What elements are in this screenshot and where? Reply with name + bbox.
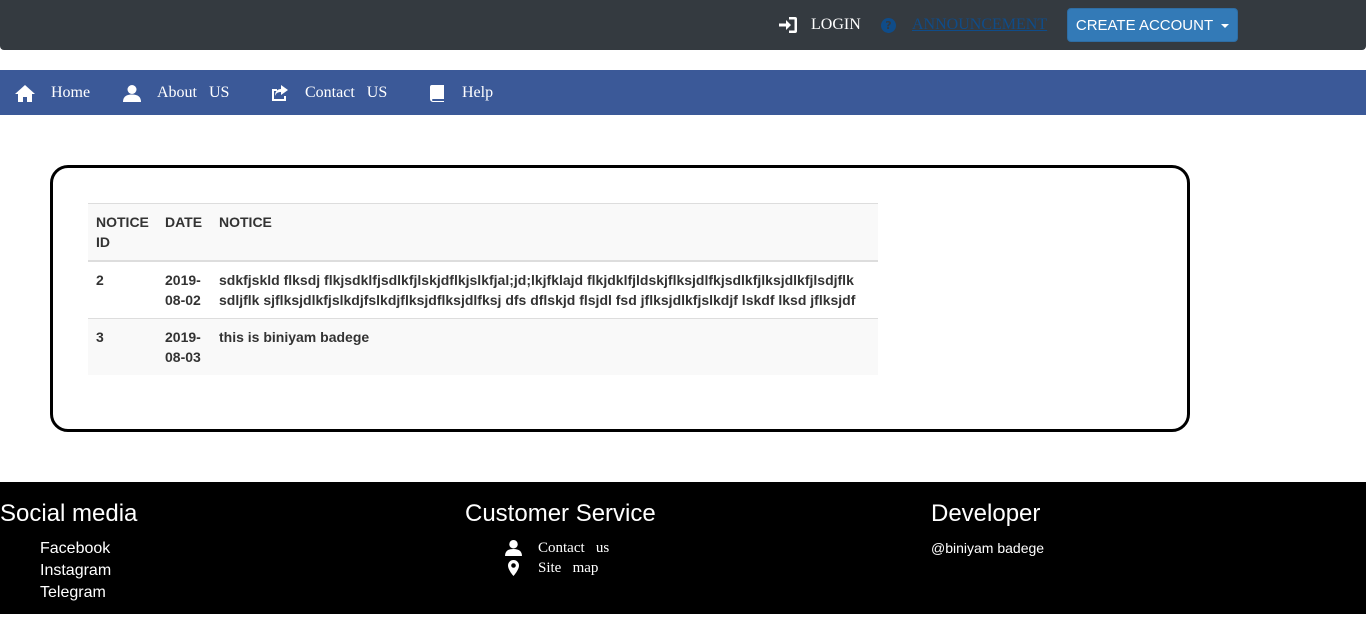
footer-link-instagram[interactable]: Instagram: [40, 560, 137, 582]
footer-developer-title: Developer: [931, 500, 1041, 527]
footer-social-section: Social media Facebook Instagram Telegram: [0, 500, 137, 604]
login-label: LOGIN: [811, 16, 861, 33]
notice-text-cell: sdkfjskld flksdj flkjsdklfjsdlkfjlskjdfl…: [211, 260, 878, 319]
footer-link-facebook[interactable]: Facebook: [40, 538, 137, 560]
column-header-notice-id: NOTICE ID: [88, 203, 157, 262]
footer: Social media Facebook Instagram Telegram…: [0, 482, 1366, 614]
user-icon: [505, 540, 522, 556]
notice-id-cell: 3: [88, 318, 157, 375]
book-icon: [430, 84, 444, 102]
announcement-link[interactable]: ? ANNOUNCEMENT: [881, 16, 1047, 34]
footer-link-contact-us[interactable]: Contact us: [505, 538, 656, 558]
create-account-button[interactable]: CREATE ACCOUNT: [1067, 8, 1238, 42]
login-icon: [779, 17, 797, 33]
user-icon: [123, 84, 141, 102]
nav-item-home[interactable]: Home: [15, 84, 90, 102]
question-circle-icon: ?: [881, 17, 896, 33]
login-link[interactable]: LOGIN: [779, 16, 861, 34]
notice-date-cell: 2019-08-02: [157, 260, 211, 319]
table-row: 2 2019-08-02 sdkfjskld flksdj flkjsdklfj…: [88, 260, 878, 319]
nav-item-help[interactable]: Help: [430, 84, 493, 102]
announcement-label: ANNOUNCEMENT: [912, 16, 1048, 33]
notice-date-cell: 2019-08-03: [157, 318, 211, 375]
notice-panel: NOTICE ID DATE NOTICE 2 2019-08-02 sdkfj…: [50, 165, 1190, 432]
footer-link-label: Contact us: [538, 540, 610, 556]
nav-item-label: About US: [157, 84, 230, 101]
table-header-row: NOTICE ID DATE NOTICE: [88, 203, 878, 262]
table-row: 3 2019-08-03 this is biniyam badege: [88, 318, 878, 375]
notice-table: NOTICE ID DATE NOTICE 2 2019-08-02 sdkfj…: [88, 203, 878, 375]
map-marker-icon: [508, 560, 519, 576]
column-header-notice: NOTICE: [211, 203, 878, 262]
footer-link-site-map[interactable]: Site map: [505, 558, 656, 578]
footer-link-label: Site map: [538, 560, 599, 576]
footer-link-telegram[interactable]: Telegram: [40, 582, 137, 604]
notice-text-cell: this is biniyam badege: [211, 318, 878, 375]
share-icon: [272, 84, 288, 101]
home-icon: [15, 84, 35, 102]
nav-item-label: Help: [462, 84, 494, 101]
notice-id-cell: 2: [88, 260, 157, 319]
footer-service-title: Customer Service: [465, 500, 656, 527]
footer-service-section: Customer Service Contact us Site map: [465, 500, 656, 578]
main-navbar: Home About US Contact US Help: [0, 70, 1366, 115]
nav-item-contact[interactable]: Contact US: [270, 84, 387, 102]
developer-credit: @biniyam badege: [931, 540, 1045, 556]
column-header-date: DATE: [157, 203, 211, 262]
footer-social-title: Social media: [0, 500, 138, 527]
top-bar: LOGIN ? ANNOUNCEMENT CREATE ACCOUNT: [0, 0, 1366, 50]
create-account-label: CREATE ACCOUNT: [1075, 16, 1214, 34]
nav-item-label: Contact US: [305, 84, 388, 101]
caret-down-icon: [1221, 24, 1230, 28]
nav-item-label: Home: [51, 84, 91, 101]
footer-developer-section: Developer @biniyam badege: [931, 500, 1044, 556]
nav-item-about[interactable]: About US: [123, 84, 229, 102]
